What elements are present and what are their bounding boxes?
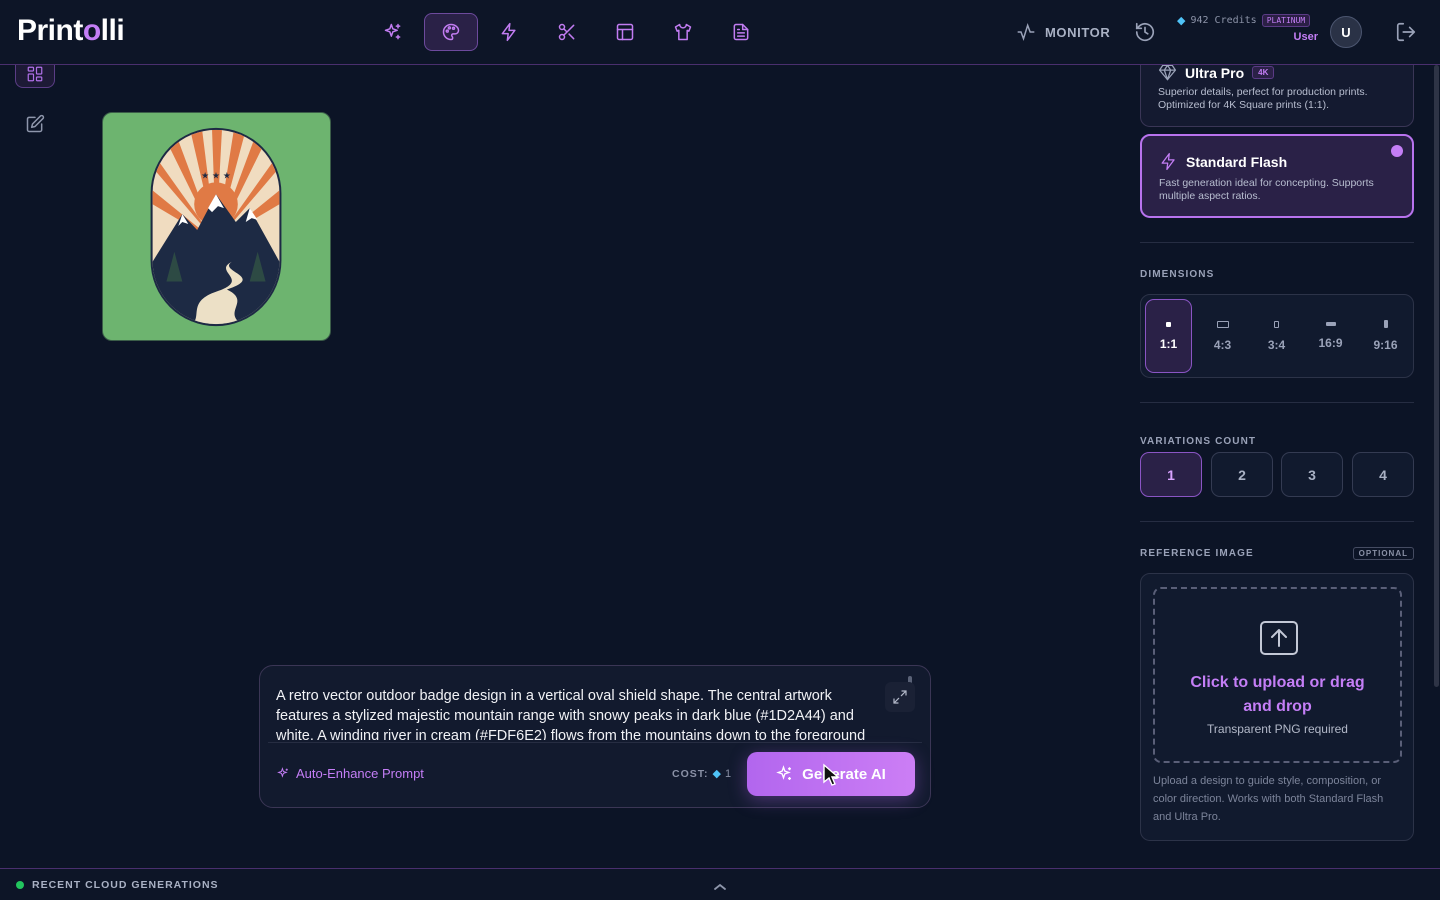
selected-indicator [1391, 145, 1403, 157]
tall-icon [1383, 320, 1388, 328]
activity-icon [1017, 23, 1035, 41]
upload-title: Click to upload or drag and drop [1190, 674, 1365, 715]
top-bar: Printolli MONITOR ◆ 942 Credits PLATINUM… [0, 0, 1440, 65]
expand-prompt-button[interactable] [885, 682, 915, 712]
tool-palette-button[interactable] [424, 13, 478, 51]
status-dot [16, 881, 24, 889]
lightning-icon [1161, 152, 1175, 171]
grid-icon [27, 66, 43, 81]
variation-option-4[interactable]: 4 [1352, 452, 1414, 497]
divider [268, 742, 922, 743]
divider [1140, 521, 1414, 522]
sparkles-icon [384, 23, 401, 40]
monitor-button[interactable]: MONITOR [1016, 22, 1110, 42]
dimension-option-3-4[interactable]: 3:4 [1253, 299, 1300, 373]
credits-display: ◆ 942 Credits PLATINUM User [1177, 14, 1318, 43]
upload-dropzone[interactable]: Click to upload or drag and drop Transpa… [1153, 587, 1402, 763]
recent-generations-bar[interactable]: RECENT CLOUD GENERATIONS [0, 868, 1440, 900]
upload-icon [1258, 620, 1300, 661]
tool-lightning-button[interactable] [482, 13, 536, 51]
document-icon [733, 23, 749, 41]
tool-shirt-button[interactable] [656, 13, 710, 51]
edit-button[interactable] [25, 114, 45, 139]
diamond-icon [1158, 64, 1177, 81]
dimension-option-4-3[interactable]: 4:3 [1199, 299, 1246, 373]
prompt-textarea[interactable]: A retro vector outdoor badge design in a… [276, 686, 888, 740]
palette-icon [442, 23, 460, 41]
sparkles-icon [277, 767, 288, 778]
tool-document-button[interactable] [714, 13, 768, 51]
panel-scrollbar[interactable] [1433, 65, 1440, 868]
lightning-icon [501, 22, 516, 42]
scrollbar-thumb[interactable] [1434, 65, 1439, 687]
settings-panel: Ultra Pro 4K Superior details, perfect f… [1140, 0, 1414, 868]
mountain-badge-image: ★ ★ ★ [150, 127, 282, 327]
svg-text:★ ★ ★: ★ ★ ★ [201, 171, 231, 181]
mouse-cursor-icon [823, 763, 840, 786]
plan-badge: PLATINUM [1261, 14, 1311, 27]
credits-count: 942 Credits [1190, 15, 1257, 26]
divider [1140, 242, 1414, 243]
avatar[interactable]: U [1330, 16, 1362, 48]
gem-icon: ◆ [712, 768, 721, 780]
cost-display: COST: ◆ 1 [672, 767, 732, 781]
tool-layout-button[interactable] [598, 13, 652, 51]
edit-icon [26, 114, 45, 133]
divider [1140, 402, 1414, 403]
generate-label: Generate AI [802, 765, 886, 783]
history-icon [1135, 22, 1155, 42]
portrait-icon [1274, 320, 1279, 328]
quality-badge: 4K [1252, 66, 1275, 79]
tool-nav [366, 13, 768, 51]
optional-badge: OPTIONAL [1352, 547, 1414, 560]
dimension-option-9-16[interactable]: 9:16 [1362, 299, 1409, 373]
variation-option-1[interactable]: 1 [1140, 452, 1202, 497]
dimension-option-1-1[interactable]: 1:1 [1145, 299, 1192, 373]
expand-icon [893, 690, 907, 704]
tool-scissors-button[interactable] [540, 13, 594, 51]
scissors-icon [558, 23, 575, 41]
app-logo[interactable]: Printolli [17, 14, 125, 48]
reference-help-text: Upload a design to guide style, composit… [1153, 775, 1384, 823]
monitor-label: MONITOR [1045, 24, 1111, 40]
variation-option-2[interactable]: 2 [1211, 452, 1273, 497]
layout-icon [616, 23, 634, 41]
tool-sparkles-button[interactable] [366, 13, 420, 51]
sparkles-icon [776, 765, 792, 780]
reference-image-label: REFERENCE IMAGE [1140, 548, 1254, 559]
model-option-standard-flash[interactable]: Standard Flash Fast generation ideal for… [1140, 134, 1414, 218]
chevron-up-icon[interactable] [713, 879, 727, 897]
auto-enhance-label: Auto-Enhance Prompt [296, 766, 424, 781]
variations-label: VARIATIONS COUNT [1140, 436, 1257, 447]
square-icon [1166, 321, 1171, 327]
dimensions-selector: 1:1 4:3 3:4 16:9 9:16 [1140, 294, 1414, 378]
dimension-option-16-9[interactable]: 16:9 [1307, 299, 1354, 373]
user-role: User [1293, 31, 1318, 43]
auto-enhance-button[interactable]: Auto-Enhance Prompt [277, 766, 424, 781]
wide-icon [1325, 322, 1336, 326]
generated-image-card[interactable]: ★ ★ ★ [102, 112, 331, 341]
history-button[interactable] [1134, 21, 1156, 48]
reference-image-panel: Click to upload or drag and drop Transpa… [1140, 573, 1414, 841]
dimensions-label: DIMENSIONS [1140, 269, 1215, 280]
logout-button[interactable] [1395, 21, 1417, 48]
recent-generations-label: RECENT CLOUD GENERATIONS [32, 879, 219, 891]
logout-icon [1396, 22, 1416, 42]
upload-subtitle: Transparent PNG required [1207, 722, 1348, 736]
landscape-icon [1216, 320, 1229, 328]
variation-option-3[interactable]: 3 [1281, 452, 1343, 497]
shirt-icon [674, 23, 692, 41]
gem-icon: ◆ [1177, 15, 1186, 27]
